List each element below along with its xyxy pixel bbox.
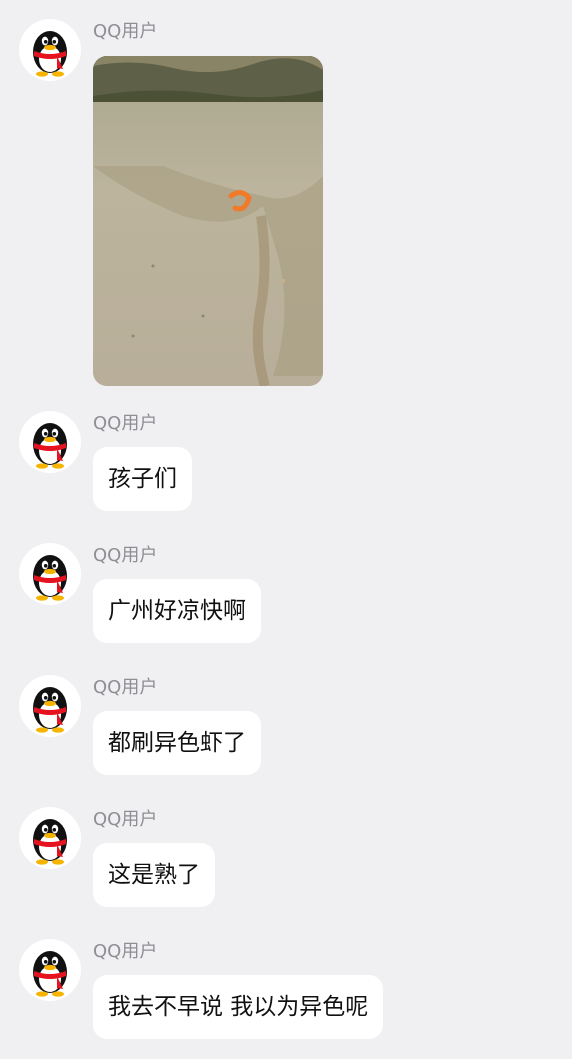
shrimp-photo-image bbox=[93, 56, 323, 386]
message-photo[interactable] bbox=[93, 56, 323, 386]
qq-penguin-icon bbox=[33, 687, 67, 733]
sender-avatar[interactable] bbox=[19, 807, 81, 869]
message-bubble[interactable]: 广州好凉快啊 bbox=[93, 579, 261, 643]
sender-name: QQ用户 bbox=[93, 545, 158, 566]
sender-name: QQ用户 bbox=[93, 941, 158, 962]
sender-name: QQ用户 bbox=[93, 677, 158, 698]
message-bubble[interactable]: 孩子们 bbox=[93, 447, 192, 511]
sender-avatar[interactable] bbox=[19, 543, 81, 605]
sender-avatar[interactable] bbox=[19, 19, 81, 81]
message-bubble[interactable]: 我去不早说 我以为异色呢 bbox=[93, 975, 384, 1039]
sender-avatar[interactable] bbox=[19, 675, 81, 737]
message-bubble[interactable]: 都刷异色虾了 bbox=[93, 711, 261, 775]
sender-name: QQ用户 bbox=[93, 809, 158, 830]
qq-penguin-icon bbox=[33, 819, 67, 865]
qq-penguin-icon bbox=[33, 423, 67, 469]
qq-penguin-icon bbox=[33, 951, 67, 997]
sender-avatar[interactable] bbox=[19, 939, 81, 1001]
chat-message-list[interactable]: QQ用户 QQ用户 孩子们 QQ用户 广州好凉快啊 QQ用户 都刷异色虾了 QQ… bbox=[0, 0, 572, 1059]
sender-avatar[interactable] bbox=[19, 411, 81, 473]
sender-name: QQ用户 bbox=[93, 21, 158, 42]
message-bubble[interactable]: 这是熟了 bbox=[93, 843, 215, 907]
qq-penguin-icon bbox=[33, 31, 67, 77]
qq-penguin-icon bbox=[33, 555, 67, 601]
sender-name: QQ用户 bbox=[93, 413, 158, 434]
